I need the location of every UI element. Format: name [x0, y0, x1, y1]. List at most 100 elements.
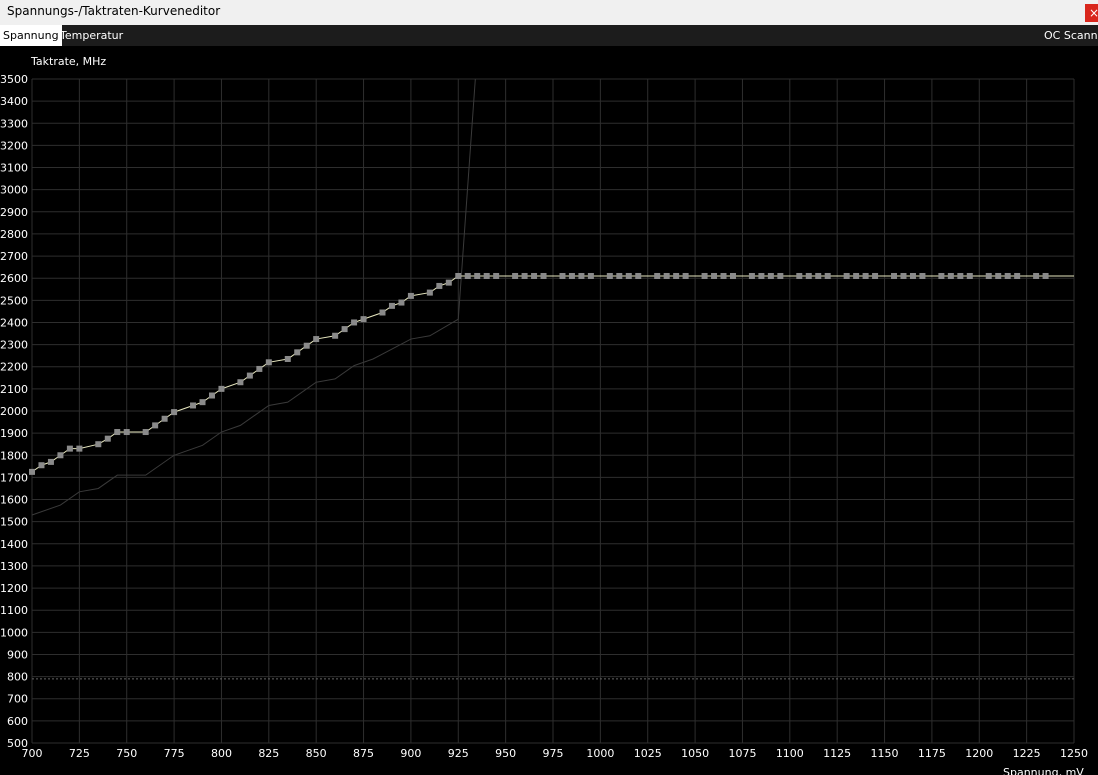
curve-point[interactable]	[57, 452, 64, 459]
curve-point[interactable]	[29, 468, 35, 475]
curve-point[interactable]	[332, 332, 339, 339]
curve-point[interactable]	[445, 279, 452, 286]
curve-point[interactable]	[303, 342, 310, 349]
curve-point[interactable]	[966, 272, 973, 279]
curve-point[interactable]	[824, 272, 831, 279]
curve-point[interactable]	[123, 429, 130, 436]
x-tick-label: 975	[543, 747, 564, 760]
curve-point[interactable]	[995, 272, 1002, 279]
curve-point[interactable]	[360, 316, 367, 323]
curve-point[interactable]	[398, 299, 405, 306]
curve-point[interactable]	[95, 441, 102, 448]
x-tick-label: 850	[306, 747, 327, 760]
curve-point[interactable]	[805, 272, 812, 279]
curve-point[interactable]	[796, 272, 803, 279]
y-tick-label: 1400	[0, 538, 28, 551]
close-button[interactable]: ×	[1085, 4, 1098, 22]
curve-point[interactable]	[1014, 272, 1021, 279]
curve-point[interactable]	[161, 415, 168, 422]
curve-point[interactable]	[284, 355, 291, 362]
curve-point[interactable]	[663, 272, 670, 279]
tab-spannung[interactable]: Spannung	[0, 25, 62, 46]
curve-point[interactable]	[351, 319, 358, 326]
curve-point[interactable]	[464, 272, 471, 279]
curve-point[interactable]	[767, 272, 774, 279]
curve-point[interactable]	[635, 272, 642, 279]
curve-point[interactable]	[407, 292, 414, 299]
curve-point[interactable]	[938, 272, 945, 279]
curve-point[interactable]	[862, 272, 869, 279]
curve-point[interactable]	[512, 272, 519, 279]
curve-point[interactable]	[606, 272, 613, 279]
curve-point[interactable]	[872, 272, 879, 279]
voltage-frequency-chart[interactable]: 700 725 750 775 800 825 850 875 900 925 950 975 1000…	[0, 46, 1098, 775]
curve-point[interactable]	[1004, 272, 1011, 279]
curve-point[interactable]	[682, 272, 689, 279]
curve-point[interactable]	[455, 272, 462, 279]
x-tick-label: 1175	[918, 747, 946, 760]
curve-point[interactable]	[66, 445, 73, 452]
x-tick-label: 825	[258, 747, 279, 760]
curve-point[interactable]	[47, 458, 54, 465]
curve-point[interactable]	[947, 272, 954, 279]
curve-point[interactable]	[388, 302, 395, 309]
curve-point[interactable]	[237, 379, 244, 386]
curve-point[interactable]	[957, 272, 964, 279]
curve-point[interactable]	[426, 289, 433, 296]
curve-point[interactable]	[171, 409, 178, 416]
curve-point[interactable]	[815, 272, 822, 279]
curve-point[interactable]	[578, 272, 585, 279]
curve-point[interactable]	[701, 272, 708, 279]
curve-point[interactable]	[729, 272, 736, 279]
y-tick-label: 1800	[0, 449, 28, 462]
curve-point[interactable]	[294, 349, 301, 356]
curve-point[interactable]	[900, 272, 907, 279]
curve-point[interactable]	[843, 272, 850, 279]
curve-point[interactable]	[38, 462, 45, 469]
curve-point[interactable]	[313, 336, 320, 343]
curve-point[interactable]	[1042, 272, 1049, 279]
curve-point[interactable]	[265, 359, 272, 366]
curve-point[interactable]	[246, 372, 253, 379]
curve-point[interactable]	[199, 399, 206, 406]
curve-point[interactable]	[748, 272, 755, 279]
curve-point[interactable]	[152, 422, 159, 429]
curve-point[interactable]	[616, 272, 623, 279]
curve-point[interactable]	[568, 272, 575, 279]
curve-point[interactable]	[208, 392, 215, 399]
curve-point[interactable]	[909, 272, 916, 279]
curve-point[interactable]	[777, 272, 784, 279]
curve-point[interactable]	[379, 309, 386, 316]
curve-point[interactable]	[474, 272, 481, 279]
curve-point[interactable]	[711, 272, 718, 279]
curve-point[interactable]	[853, 272, 860, 279]
curve-point[interactable]	[559, 272, 566, 279]
curve-point[interactable]	[531, 272, 538, 279]
curve-point[interactable]	[341, 326, 348, 333]
curve-point[interactable]	[483, 272, 490, 279]
curve-point[interactable]	[493, 272, 500, 279]
curve-point[interactable]	[625, 272, 632, 279]
series[interactable]	[29, 78, 1074, 680]
curve-point[interactable]	[919, 272, 926, 279]
curve-point[interactable]	[673, 272, 680, 279]
curve-point[interactable]	[256, 365, 263, 372]
curve-point[interactable]	[891, 272, 898, 279]
curve-point[interactable]	[142, 429, 149, 436]
curve-point[interactable]	[190, 402, 197, 409]
curve-point[interactable]	[587, 272, 594, 279]
curve-point[interactable]	[1033, 272, 1040, 279]
curve-point[interactable]	[114, 429, 121, 436]
curve-point[interactable]	[104, 435, 111, 442]
curve-point[interactable]	[985, 272, 992, 279]
curve-point[interactable]	[654, 272, 661, 279]
oc-scanner-button[interactable]: OC Scanne	[1044, 25, 1098, 46]
tab-temperatur[interactable]: Temperatur	[57, 25, 126, 46]
curve-point[interactable]	[758, 272, 765, 279]
curve-point[interactable]	[540, 272, 547, 279]
curve-point[interactable]	[218, 385, 225, 392]
curve-point[interactable]	[720, 272, 727, 279]
curve-point[interactable]	[521, 272, 528, 279]
curve-point[interactable]	[436, 282, 443, 289]
curve-point[interactable]	[76, 445, 83, 452]
